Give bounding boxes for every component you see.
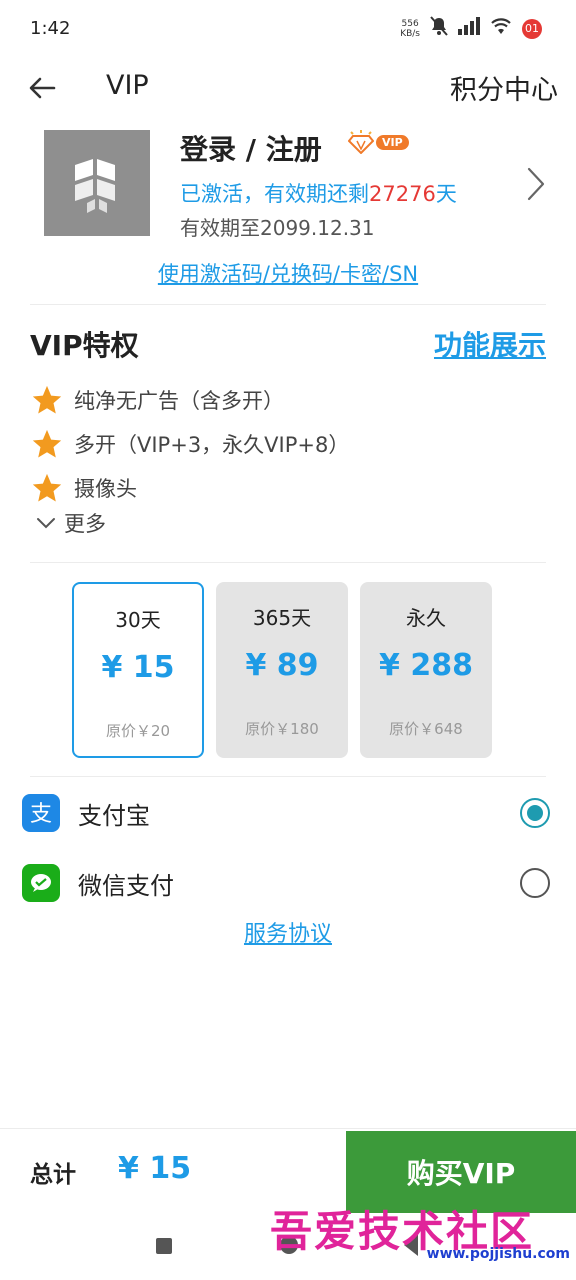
plan-duration: 永久	[406, 606, 446, 630]
svg-text:支: 支	[30, 802, 52, 827]
plan-duration: 365天	[252, 606, 312, 630]
wechat-pay-icon	[22, 864, 60, 902]
wifi-icon	[490, 17, 512, 40]
plan-price: ¥ 89	[245, 648, 319, 683]
notification-badge: 01	[522, 18, 542, 39]
vip-badge: VIP	[348, 130, 409, 154]
more-label: 更多	[64, 512, 106, 536]
network-speed-unit: KB/s	[400, 28, 420, 39]
plan-card-30-days[interactable]: 30天 ¥ 15 原价￥20	[72, 582, 204, 758]
plan-price: ¥ 288	[379, 648, 473, 683]
privilege-item: 多开（VIP+3，永久VIP+8）	[30, 422, 349, 466]
avatar[interactable]	[44, 130, 150, 236]
network-speed-value: 556	[401, 18, 419, 29]
privilege-text: 多开（VIP+3，永久VIP+8）	[74, 433, 350, 457]
status-time: 1:42	[30, 18, 71, 39]
privilege-item: 纯净无广告（含多开）	[30, 378, 349, 422]
activation-status: 已激活，有效期还剩27276天	[180, 178, 457, 208]
vip-tag: VIP	[376, 134, 409, 150]
chevron-down-icon	[37, 518, 55, 529]
plan-duration: 30天	[115, 608, 161, 632]
plan-original-price: 原价￥20	[105, 722, 171, 740]
header: VIP 积分中心	[0, 60, 576, 116]
status-bar: 1:42 556 KB/s 01	[0, 0, 576, 60]
divider	[30, 562, 546, 563]
payment-label: 支付宝	[78, 801, 150, 830]
payment-label: 微信支付	[78, 871, 174, 900]
points-center-link[interactable]: 积分中心	[450, 68, 558, 107]
signal-icon	[458, 17, 480, 40]
feature-showcase-link[interactable]: 功能展示	[434, 324, 546, 364]
plan-original-price: 原价￥648	[389, 720, 463, 738]
network-speed: 556 KB/s	[400, 19, 420, 39]
service-agreement-link[interactable]: 服务协议	[0, 916, 576, 948]
alipay-icon: 支	[22, 794, 60, 832]
plan-options: 30天 ¥ 15 原价￥20 365天 ¥ 89 原价￥180 永久 ¥ 288…	[72, 582, 492, 758]
chevron-right-icon	[527, 167, 545, 201]
cube-logo-icon	[75, 159, 115, 213]
privilege-item: 摄像头	[30, 466, 349, 510]
star-icon	[32, 429, 62, 458]
diamond-icon	[348, 130, 374, 154]
back-button[interactable]	[24, 70, 60, 106]
watermark-url: www.pojjishu.com	[426, 1246, 570, 1262]
redeem-code-link[interactable]: 使用激活码/兑换码/卡密/SN	[0, 258, 576, 288]
watermark: 吾爱技术社区 www.pojjishu.com	[270, 1196, 576, 1280]
days-left: 27276	[369, 182, 436, 206]
divider	[30, 304, 546, 305]
radio-unselected[interactable]	[520, 868, 550, 898]
recent-apps-button[interactable]	[156, 1238, 172, 1254]
arrow-left-icon	[29, 77, 56, 99]
divider	[30, 776, 546, 777]
more-toggle[interactable]: 更多	[36, 508, 106, 538]
privileges-list: 纯净无广告（含多开） 多开（VIP+3，永久VIP+8） 摄像头	[30, 378, 349, 510]
privilege-text: 摄像头	[74, 477, 137, 501]
page-title: VIP	[106, 70, 149, 101]
plan-card-365-days[interactable]: 365天 ¥ 89 原价￥180	[216, 582, 348, 758]
plan-original-price: 原价￥180	[245, 720, 319, 738]
login-register-link[interactable]: 登录 / 注册	[180, 128, 322, 168]
total-value: ¥ 15	[118, 1151, 192, 1186]
status-prefix: 已激活，有效期还剩	[180, 182, 369, 206]
expire-date: 有效期至2099.12.31	[180, 216, 375, 240]
star-icon	[32, 385, 62, 414]
payment-option-alipay[interactable]: 支 支付宝	[22, 790, 554, 836]
payment-option-wechat[interactable]: 微信支付	[22, 860, 554, 906]
plan-card-permanent[interactable]: 永久 ¥ 288 原价￥648	[360, 582, 492, 758]
mute-bell-icon	[430, 16, 448, 41]
star-icon	[32, 473, 62, 502]
status-suffix: 天	[435, 182, 457, 206]
total-label: 总计	[30, 1162, 76, 1188]
privilege-text: 纯净无广告（含多开）	[74, 389, 284, 413]
radio-selected[interactable]	[520, 798, 550, 828]
profile-chevron[interactable]	[526, 166, 546, 206]
privileges-title: VIP特权	[30, 329, 139, 362]
plan-price: ¥ 15	[101, 650, 175, 685]
status-icons: 556 KB/s 01	[400, 16, 542, 41]
